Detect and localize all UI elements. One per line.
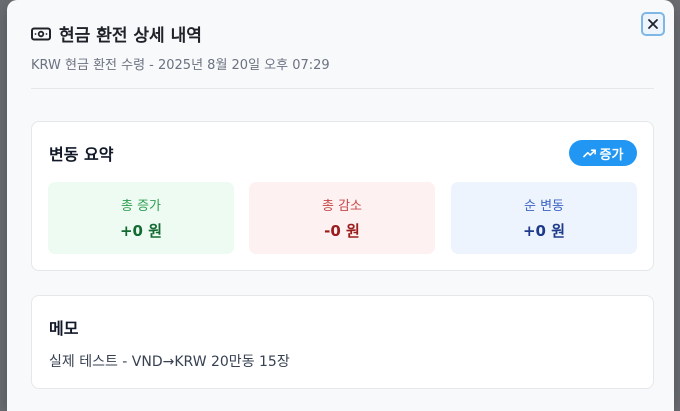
memo-card: 메모 실제 테스트 - VND→KRW 20만동 15장 xyxy=(31,295,654,389)
increase-badge: 증가 xyxy=(569,140,637,166)
dialog-subtitle: KRW 현금 환전 수령 - 2025년 8월 20일 오후 07:29 xyxy=(31,58,330,73)
increase-badge-label: 증가 xyxy=(599,147,624,163)
memo-text: 실제 테스트 - VND→KRW 20만동 15장 xyxy=(49,354,290,370)
dialog-header: 현금 환전 상세 내역 KRW 현금 환전 수령 - 2025년 8월 20일 … xyxy=(7,0,674,89)
header-divider xyxy=(31,88,654,89)
net-change-value: +0 원 xyxy=(522,222,566,240)
close-button[interactable] xyxy=(641,12,665,36)
close-icon xyxy=(648,19,658,29)
dialog-title: 현금 환전 상세 내역 xyxy=(59,26,202,46)
memo-title: 메모 xyxy=(49,319,79,338)
total-decrease-stat: 총 감소 -0 원 xyxy=(249,182,435,254)
total-increase-label: 총 증가 xyxy=(120,199,161,214)
trend-up-icon xyxy=(582,149,596,158)
dialog-title-row: 현금 환전 상세 내역 xyxy=(31,21,202,46)
change-summary-title: 변동 요약 xyxy=(49,145,114,164)
net-change-stat: 순 변동 +0 원 xyxy=(451,182,637,254)
net-change-label: 순 변동 xyxy=(523,199,564,214)
total-decrease-value: -0 원 xyxy=(324,222,360,240)
total-decrease-label: 총 감소 xyxy=(321,199,362,214)
cash-icon xyxy=(31,27,51,40)
total-increase-value: +0 원 xyxy=(119,222,163,240)
cash-exchange-detail-dialog: 현금 환전 상세 내역 KRW 현금 환전 수령 - 2025년 8월 20일 … xyxy=(7,0,674,411)
total-increase-stat: 총 증가 +0 원 xyxy=(48,182,234,254)
change-summary-card: 변동 요약 증가 총 증가 +0 원 총 감소 -0 원 순 변동 +0 원 xyxy=(31,121,654,271)
